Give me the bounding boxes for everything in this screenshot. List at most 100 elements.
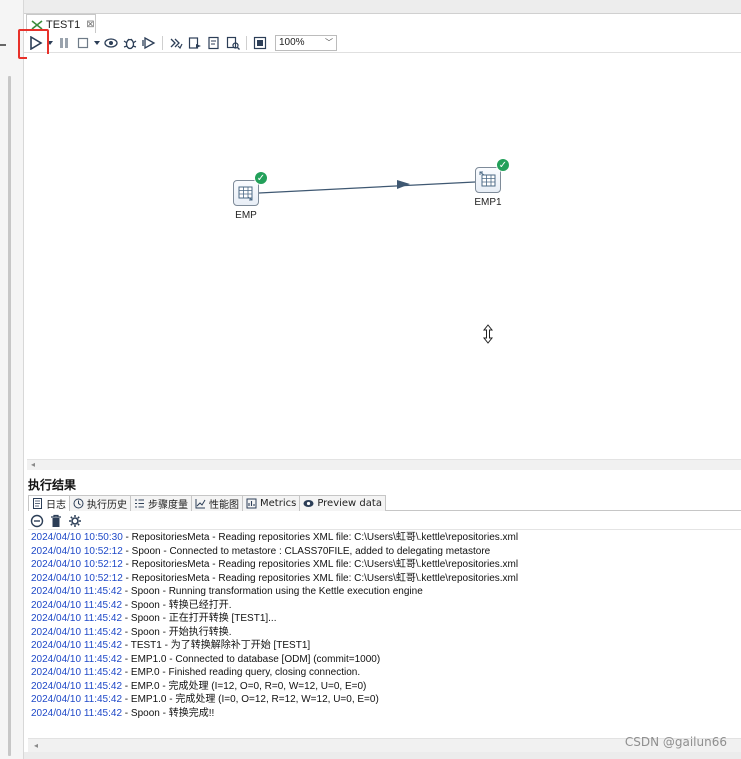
settings-icon[interactable] — [68, 514, 82, 528]
replay-button[interactable] — [141, 35, 157, 51]
step-label: EMP — [235, 210, 257, 221]
explore-db-button[interactable] — [225, 35, 241, 51]
log-line: 2024/04/10 10:52:12 - RepositoriesMeta -… — [28, 572, 741, 586]
log-line: 2024/04/10 11:45:42 - EMP1.0 - 完成处理 (I=0… — [28, 693, 741, 707]
window-bottom-edge — [24, 752, 741, 759]
pause-button[interactable] — [56, 35, 72, 51]
log-message: - Spoon - 转换完成!! — [122, 707, 215, 719]
success-check-icon: ✓ — [254, 171, 268, 185]
step-emp1[interactable]: ✓ EMP1 — [458, 158, 518, 208]
transformation-toolbar: 100% ﹀ — [24, 33, 741, 53]
resize-vertical-cursor-icon — [482, 324, 494, 344]
show-results-button[interactable] — [252, 35, 268, 51]
log-timestamp: 2024/04/10 11:45:42 — [31, 707, 123, 719]
tab-history[interactable]: 执行历史 — [69, 495, 131, 511]
bug-icon — [123, 38, 137, 49]
transformation-icon — [31, 19, 43, 30]
log-timestamp: 2024/04/10 11:45:42 — [31, 586, 123, 597]
tab-label: 日志 — [46, 500, 66, 511]
log-timestamp: 2024/04/10 11:45:42 — [31, 599, 123, 611]
log-icon — [33, 498, 42, 509]
run-dropdown[interactable] — [47, 35, 53, 51]
zoom-select[interactable]: 100% ﹀ — [275, 34, 337, 51]
log-message: - Spoon - 正在打开转换 [TEST1]... — [122, 613, 277, 624]
tab-performance-graph[interactable]: 性能图 — [191, 495, 243, 511]
tab-log[interactable]: 日志 — [28, 495, 70, 511]
impact-icon — [188, 36, 201, 49]
tab-label: 步骤度量 — [148, 500, 188, 511]
log-message: - EMP.0 - 完成处理 (I=12, O=0, R=0, W=12, U=… — [122, 680, 367, 692]
verify-icon — [170, 38, 183, 49]
log-timestamp: 2024/04/10 11:45:42 — [31, 680, 123, 692]
log-timestamp: 2024/04/10 10:52:12 — [31, 545, 123, 557]
clear-log-icon[interactable] — [30, 514, 44, 528]
tab-close-icon[interactable]: ⊠ — [86, 19, 94, 30]
table-output-icon: ✓ — [475, 158, 510, 193]
log-line: 2024/04/10 10:52:12 - RepositoriesMeta -… — [28, 558, 741, 572]
verify-button[interactable] — [168, 35, 184, 51]
trash-icon[interactable] — [50, 514, 62, 528]
scroll-left-icon[interactable]: ◂ — [31, 460, 35, 469]
preview-button[interactable] — [103, 35, 119, 51]
chart-icon — [195, 499, 206, 509]
chevron-down-icon: ﹀ — [325, 38, 333, 47]
left-panel-edge — [0, 0, 24, 759]
log-message: - RepositoriesMeta - Reading repositorie… — [122, 559, 519, 570]
log-toolbar — [30, 513, 82, 529]
step-label: EMP1 — [474, 197, 502, 208]
log-line: 2024/04/10 10:50:30 - RepositoriesMeta -… — [28, 531, 741, 545]
log-line: 2024/04/10 11:45:42 - Spoon - 开始执行转换. — [28, 626, 741, 640]
tab-test1[interactable]: TEST1 ⊠ — [26, 14, 96, 34]
log-line: 2024/04/10 11:45:42 - TEST1 - 为了转换解除补丁开始… — [28, 639, 741, 653]
tab-label: Metrics — [260, 498, 297, 509]
stop-button[interactable] — [75, 35, 91, 51]
log-timestamp: 2024/04/10 11:45:42 — [31, 640, 123, 651]
collapse-marker[interactable] — [0, 44, 6, 46]
pause-icon — [60, 37, 68, 48]
log-message: - RepositoriesMeta - Reading repositorie… — [122, 532, 519, 543]
tab-title: TEST1 — [46, 18, 81, 31]
impact-button[interactable] — [187, 35, 203, 51]
log-output[interactable]: 2024/04/10 10:50:30 - RepositoriesMeta -… — [28, 529, 741, 738]
sql-icon — [208, 36, 219, 49]
debug-button[interactable] — [122, 35, 138, 51]
tab-step-metrics[interactable]: 步骤度量 — [130, 495, 192, 511]
scroll-left-icon[interactable]: ◂ — [34, 741, 38, 750]
log-lines: 2024/04/10 10:50:30 - RepositoriesMeta -… — [28, 531, 741, 720]
log-message: - EMP1.0 - Connected to database [ODM] (… — [122, 653, 381, 665]
log-timestamp: 2024/04/10 11:45:42 — [31, 653, 123, 665]
step-emp[interactable]: ✓ EMP — [216, 171, 276, 221]
log-line: 2024/04/10 11:45:42 - EMP.0 - Finished r… — [28, 666, 741, 680]
log-message: - RepositoriesMeta - Reading repositorie… — [122, 572, 519, 584]
left-scrollbar[interactable] — [8, 76, 11, 756]
stop-dropdown[interactable] — [94, 35, 100, 51]
log-message: - EMP1.0 - 完成处理 (I=0, O=12, R=12, W=12, … — [122, 694, 379, 705]
tab-label: 执行历史 — [87, 500, 127, 511]
log-message: - EMP.0 - Finished reading query, closin… — [122, 667, 361, 678]
toolbar-separator — [162, 35, 163, 50]
eye-icon — [303, 500, 314, 507]
tab-label: Preview data — [317, 498, 382, 509]
tab-metrics[interactable]: Metrics — [242, 495, 301, 511]
tab-preview-data[interactable]: Preview data — [299, 495, 386, 511]
zoom-value: 100% — [279, 37, 305, 48]
table-input-icon: ✓ — [233, 171, 268, 206]
log-message: - Spoon - Connected to metastore : CLASS… — [122, 545, 491, 557]
log-line: 2024/04/10 11:45:42 - Spoon - Running tr… — [28, 585, 741, 599]
run-button[interactable] — [28, 35, 44, 51]
spoon-window: TEST1 ⊠ 100% ﹀ ✓ EMP ✓ EMP1 ◂ 执行结果 日志 执行… — [0, 0, 741, 759]
sql-button[interactable] — [206, 35, 222, 51]
transformation-canvas[interactable]: ✓ EMP ✓ EMP1 — [27, 54, 741, 459]
caret-down-icon — [94, 40, 100, 45]
log-timestamp: 2024/04/10 11:45:42 — [31, 613, 123, 624]
log-message: - Spoon - Running transformation using t… — [122, 586, 423, 597]
metrics-icon — [246, 498, 257, 509]
results-panel-title: 执行结果 — [28, 478, 77, 492]
stop-icon — [77, 37, 89, 48]
log-timestamp: 2024/04/10 11:45:42 — [31, 626, 123, 638]
log-timestamp: 2024/04/10 11:45:42 — [31, 694, 123, 705]
hop-arrow — [258, 180, 476, 194]
log-message: - Spoon - 开始执行转换. — [122, 626, 232, 638]
metrics-list-icon — [135, 499, 144, 508]
canvas-horizontal-scrollbar[interactable]: ◂ — [27, 459, 741, 470]
